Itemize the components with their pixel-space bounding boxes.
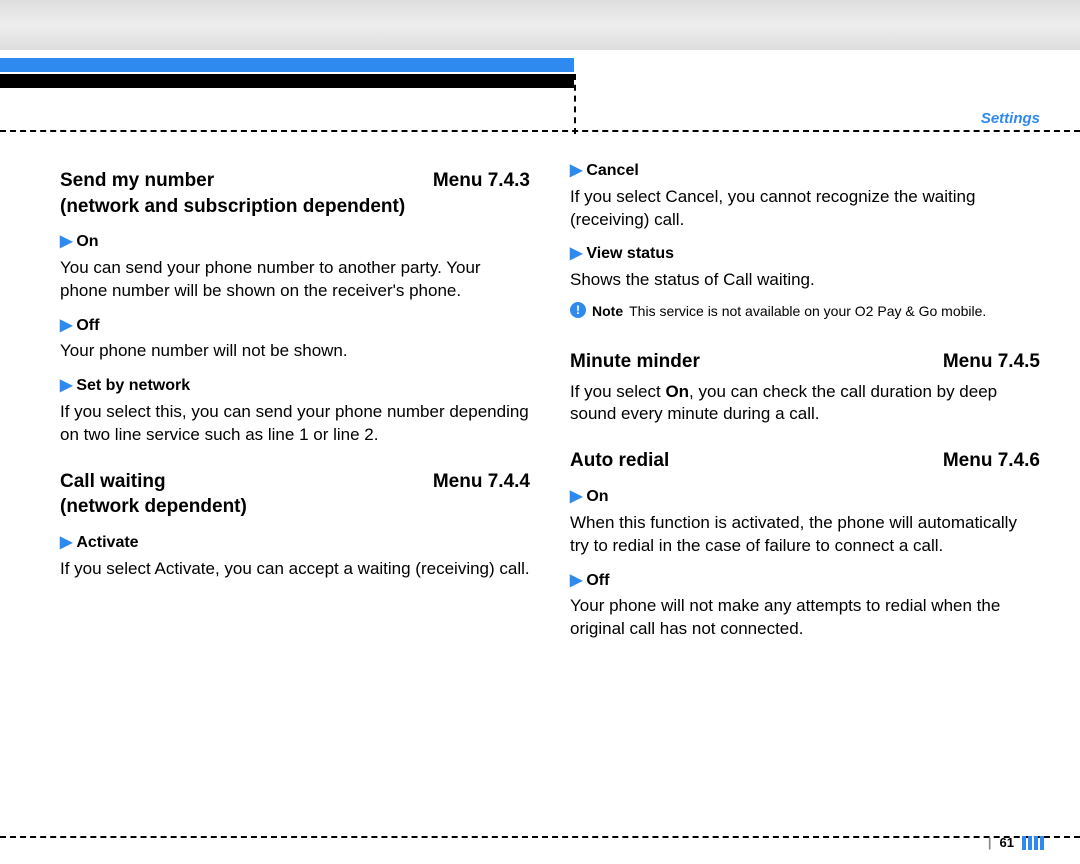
option-label: On [586, 488, 608, 505]
section-menu-ref: Menu 7.4.5 [943, 349, 1040, 375]
option-body: If you select this, you can send your ph… [60, 401, 530, 447]
body-prefix: If you select [570, 382, 665, 401]
triangle-icon: ▶ [60, 534, 72, 551]
footer: | 61 [988, 835, 1044, 850]
option-head: ▶View status [570, 243, 1040, 265]
triangle-icon: ▶ [570, 162, 582, 179]
option-label: Cancel [586, 162, 638, 179]
option-body: If you select Activate, you can accept a… [60, 558, 530, 581]
content-area: Send my number Menu 7.4.3 (network and s… [60, 160, 1040, 804]
right-column: ▶Cancel If you select Cancel, you cannot… [570, 160, 1040, 804]
section-title: Minute minder [570, 349, 700, 375]
section-subtitle: (network dependent) [60, 494, 530, 520]
blue-header-bar [0, 58, 574, 72]
triangle-icon: ▶ [570, 245, 582, 262]
triangle-icon: ▶ [570, 572, 582, 589]
option-cancel: ▶Cancel If you select Cancel, you cannot… [570, 160, 1040, 231]
note-text: Note This service is not available on you… [592, 302, 986, 321]
section-title: Auto redial [570, 448, 669, 474]
footer-separator: | [988, 835, 992, 850]
option-head: ▶Off [570, 570, 1040, 592]
option-set-by-network: ▶Set by network If you select this, you … [60, 375, 530, 446]
section-header: Settings [981, 110, 1040, 127]
section-menu-ref: Menu 7.4.3 [433, 168, 530, 194]
option-view-status: ▶View status Shows the status of Call wa… [570, 243, 1040, 292]
option-label: Off [76, 317, 99, 334]
triangle-icon: ▶ [60, 233, 72, 250]
option-body: You can send your phone number to anothe… [60, 257, 530, 303]
section-menu-ref: Menu 7.4.6 [943, 448, 1040, 474]
triangle-icon: ▶ [60, 377, 72, 394]
option-body: When this function is activated, the pho… [570, 512, 1040, 558]
option-label: Set by network [76, 377, 190, 394]
option-head: ▶On [570, 486, 1040, 508]
signal-bars-icon [1022, 836, 1044, 850]
option-activate: ▶Activate If you select Activate, you ca… [60, 532, 530, 581]
option-off: ▶Off Your phone will not make any attemp… [570, 570, 1040, 641]
option-body: Your phone will not make any attempts to… [570, 595, 1040, 641]
option-head: ▶Set by network [60, 375, 530, 397]
option-head: ▶Cancel [570, 160, 1040, 182]
section-send-my-number-head: Send my number Menu 7.4.3 [60, 168, 530, 194]
dashed-divider-top [0, 130, 1080, 132]
note-body: This service is not available on your O2… [629, 303, 986, 319]
triangle-icon: ▶ [60, 317, 72, 334]
option-off: ▶Off Your phone number will not be shown… [60, 315, 530, 364]
note-label: Note [592, 303, 623, 319]
info-icon: ! [570, 302, 586, 318]
note-row: ! Note This service is not available on y… [570, 302, 1040, 321]
option-on: ▶On You can send your phone number to an… [60, 231, 530, 302]
option-head: ▶On [60, 231, 530, 253]
option-head: ▶Off [60, 315, 530, 337]
left-column: Send my number Menu 7.4.3 (network and s… [60, 160, 530, 804]
dashed-divider-bottom [0, 836, 1080, 838]
option-body: If you select Cancel, you cannot recogni… [570, 186, 1040, 232]
black-header-bar [0, 74, 574, 88]
section-subtitle: (network and subscription dependent) [60, 194, 530, 220]
option-label: On [76, 233, 98, 250]
option-body: Your phone number will not be shown. [60, 340, 530, 363]
section-title: Send my number [60, 168, 214, 194]
page-number: 61 [1000, 835, 1014, 850]
section-body: If you select On, you can check the call… [570, 381, 1040, 427]
dashed-divider-vertical [574, 74, 576, 134]
section-menu-ref: Menu 7.4.4 [433, 469, 530, 495]
option-on: ▶On When this function is activated, the… [570, 486, 1040, 557]
top-gradient [0, 0, 1080, 50]
section-minute-minder-head: Minute minder Menu 7.4.5 [570, 349, 1040, 375]
section-auto-redial-head: Auto redial Menu 7.4.6 [570, 448, 1040, 474]
option-label: View status [586, 245, 674, 262]
option-label: Off [586, 572, 609, 589]
section-call-waiting-head: Call waiting Menu 7.4.4 [60, 469, 530, 495]
section-title: Call waiting [60, 469, 166, 495]
body-bold: On [665, 382, 689, 401]
option-label: Activate [76, 534, 138, 551]
option-head: ▶Activate [60, 532, 530, 554]
triangle-icon: ▶ [570, 488, 582, 505]
option-body: Shows the status of Call waiting. [570, 269, 1040, 292]
